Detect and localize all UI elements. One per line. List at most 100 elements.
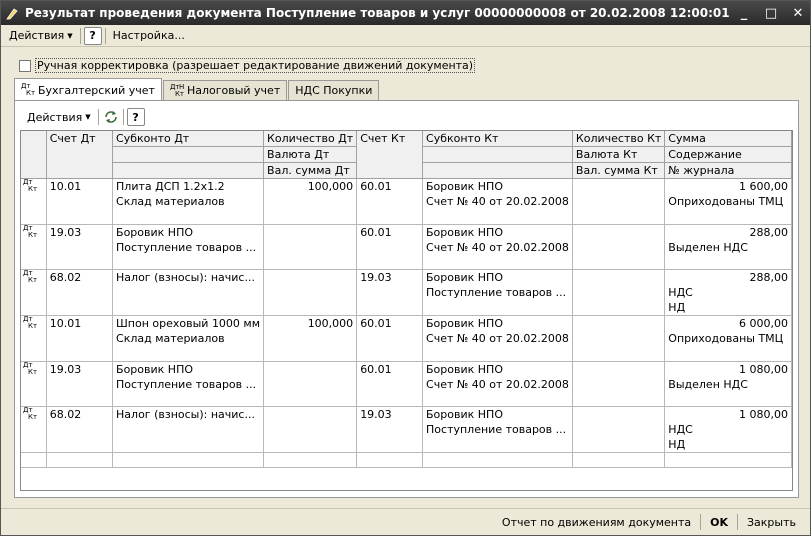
table-cell[interactable]: 288,00 bbox=[664, 269, 792, 285]
table-cell[interactable]: Боровик НПО bbox=[422, 406, 573, 422]
col-subconto-kt[interactable]: Субконто Кт bbox=[422, 131, 573, 147]
table-cell[interactable] bbox=[46, 285, 114, 300]
table-row[interactable]: Поступление товаров ... Счет № 40 от 20.0… bbox=[21, 239, 792, 255]
table-cell[interactable] bbox=[356, 239, 424, 255]
table-cell[interactable] bbox=[422, 300, 573, 316]
table-cell[interactable] bbox=[572, 315, 666, 331]
table-cell[interactable]: Боровик НПО bbox=[112, 224, 265, 240]
table-cell[interactable]: Оприходованы ТМЦ bbox=[664, 194, 792, 209]
table-cell[interactable]: НДС bbox=[664, 285, 792, 300]
table-cell[interactable]: Боровик НПО bbox=[422, 224, 573, 240]
table-cell[interactable]: НДС bbox=[664, 422, 792, 437]
table-cell[interactable] bbox=[112, 437, 265, 453]
table-cell[interactable] bbox=[572, 254, 666, 270]
panel-actions-menu[interactable]: Действия ▼ bbox=[23, 109, 95, 126]
table-row[interactable]: Дт Кт 10.01 Плита ДСП 1.2х1.2 100,000 60.01 Бо… bbox=[21, 178, 792, 225]
table-cell[interactable]: Счет № 40 от 20.02.2008 bbox=[422, 331, 573, 346]
table-cell[interactable] bbox=[112, 254, 265, 270]
table-cell[interactable] bbox=[46, 254, 114, 270]
table-cell[interactable] bbox=[112, 300, 265, 316]
table-row[interactable]: Склад материалов Счет № 40 от 20.02.2008 О… bbox=[21, 331, 792, 346]
maximize-button[interactable]: □ bbox=[759, 4, 783, 22]
table-row[interactable] bbox=[21, 209, 792, 225]
table-cell[interactable] bbox=[263, 331, 358, 346]
table-cell[interactable] bbox=[112, 346, 265, 362]
table-cell[interactable] bbox=[46, 346, 114, 362]
table-cell[interactable]: НД bbox=[664, 300, 792, 316]
table-cell[interactable]: Счет № 40 от 20.02.2008 bbox=[422, 194, 573, 209]
table-cell[interactable]: Оприходованы ТМЦ bbox=[664, 331, 792, 346]
table-cell[interactable]: 19.03 bbox=[356, 406, 424, 422]
table-cell[interactable] bbox=[356, 346, 424, 362]
table-cell[interactable] bbox=[356, 300, 424, 316]
table-cell[interactable] bbox=[572, 391, 666, 407]
table-row[interactable]: Поступление товаров ... НДС bbox=[21, 422, 792, 437]
table-cell[interactable] bbox=[263, 269, 358, 285]
table-cell[interactable]: Счет № 40 от 20.02.2008 bbox=[422, 376, 573, 392]
table-cell[interactable] bbox=[664, 209, 792, 225]
title-bar[interactable]: Результат проведения документа Поступлен… bbox=[1, 1, 810, 25]
table-cell[interactable]: 1 600,00 bbox=[664, 178, 792, 194]
table-cell[interactable]: 68.02 bbox=[46, 406, 114, 422]
close-window-button[interactable]: ✕ bbox=[786, 4, 810, 22]
table-row[interactable]: Дт Кт 19.03 Боровик НПО 60.01 Боровик НПО 1 08… bbox=[21, 361, 792, 407]
close-button[interactable]: Закрыть bbox=[741, 516, 802, 529]
table-cell[interactable] bbox=[263, 254, 358, 270]
table-row[interactable]: НД bbox=[21, 437, 792, 453]
table-cell[interactable] bbox=[572, 285, 666, 300]
table-cell[interactable] bbox=[572, 361, 666, 377]
table-cell[interactable] bbox=[263, 346, 358, 362]
table-cell[interactable] bbox=[263, 361, 358, 377]
col-cur-sum-dt[interactable]: Вал. сумма Дт bbox=[263, 162, 358, 179]
table-cell[interactable]: 19.03 bbox=[46, 361, 114, 377]
table-cell[interactable]: 288,00 bbox=[664, 224, 792, 240]
manual-adjust-checkbox[interactable] bbox=[19, 59, 31, 72]
table-cell[interactable]: 6 000,00 bbox=[664, 315, 792, 331]
table-cell[interactable]: 100,000 bbox=[263, 315, 358, 331]
table-cell[interactable] bbox=[572, 346, 666, 362]
table-cell[interactable] bbox=[422, 437, 573, 453]
table-cell[interactable] bbox=[356, 194, 424, 209]
table-cell[interactable] bbox=[356, 391, 424, 407]
actions-menu[interactable]: Действия ▼ bbox=[5, 27, 77, 44]
table-row[interactable]: Дт Кт 68.02 Налог (взносы): начис... 19.03 Бо… bbox=[21, 406, 792, 453]
table-cell[interactable] bbox=[422, 254, 573, 270]
col-currency-dt[interactable]: Валюта Дт bbox=[263, 146, 358, 163]
tab-accounting[interactable]: Дт Кт Бухгалтерский учет bbox=[14, 78, 162, 101]
table-cell[interactable]: Боровик НПО bbox=[422, 178, 573, 194]
table-cell[interactable] bbox=[46, 422, 114, 437]
table-cell[interactable] bbox=[46, 209, 114, 225]
table-cell[interactable]: Боровик НПО bbox=[112, 361, 265, 377]
table-cell[interactable] bbox=[572, 209, 666, 225]
table-cell[interactable] bbox=[356, 376, 424, 392]
table-row[interactable] bbox=[21, 391, 792, 407]
table-cell[interactable] bbox=[356, 209, 424, 225]
table-cell[interactable]: 19.03 bbox=[356, 269, 424, 285]
table-cell[interactable] bbox=[572, 331, 666, 346]
table-cell[interactable]: Поступление товаров ... bbox=[112, 239, 265, 255]
table-cell[interactable]: 1 080,00 bbox=[664, 406, 792, 422]
col-cur-sum-kt[interactable]: Вал. сумма Кт bbox=[572, 162, 666, 179]
table-cell[interactable]: Шпон ореховый 1000 мм bbox=[112, 315, 265, 331]
table-cell[interactable] bbox=[112, 285, 265, 300]
col-account-dt[interactable]: Счет Дт bbox=[46, 131, 114, 179]
table-cell[interactable] bbox=[664, 346, 792, 362]
tab-vat-purchases[interactable]: НДС Покупки bbox=[288, 80, 380, 100]
table-row[interactable] bbox=[21, 254, 792, 270]
table-cell[interactable]: 60.01 bbox=[356, 178, 424, 194]
col-account-kt[interactable]: Счет Кт bbox=[356, 131, 424, 179]
table-row[interactable]: Склад материалов Счет № 40 от 20.02.2008 О… bbox=[21, 194, 792, 209]
table-cell[interactable]: Налог (взносы): начис... bbox=[112, 269, 265, 285]
minimize-button[interactable]: _ bbox=[732, 4, 756, 22]
table-cell[interactable]: 10.01 bbox=[46, 315, 114, 331]
table-cell[interactable] bbox=[422, 209, 573, 225]
table-cell[interactable] bbox=[572, 239, 666, 255]
table-cell[interactable] bbox=[263, 239, 358, 255]
table-row[interactable]: Дт Кт 68.02 Налог (взносы): начис... 19.03 Бо… bbox=[21, 269, 792, 316]
table-cell[interactable] bbox=[46, 300, 114, 316]
table-cell[interactable] bbox=[46, 391, 114, 407]
table-cell[interactable]: Выделен НДС bbox=[664, 239, 792, 255]
table-cell[interactable] bbox=[263, 285, 358, 300]
settings-menu[interactable]: Настройка... bbox=[109, 27, 189, 44]
table-cell[interactable]: 60.01 bbox=[356, 224, 424, 240]
